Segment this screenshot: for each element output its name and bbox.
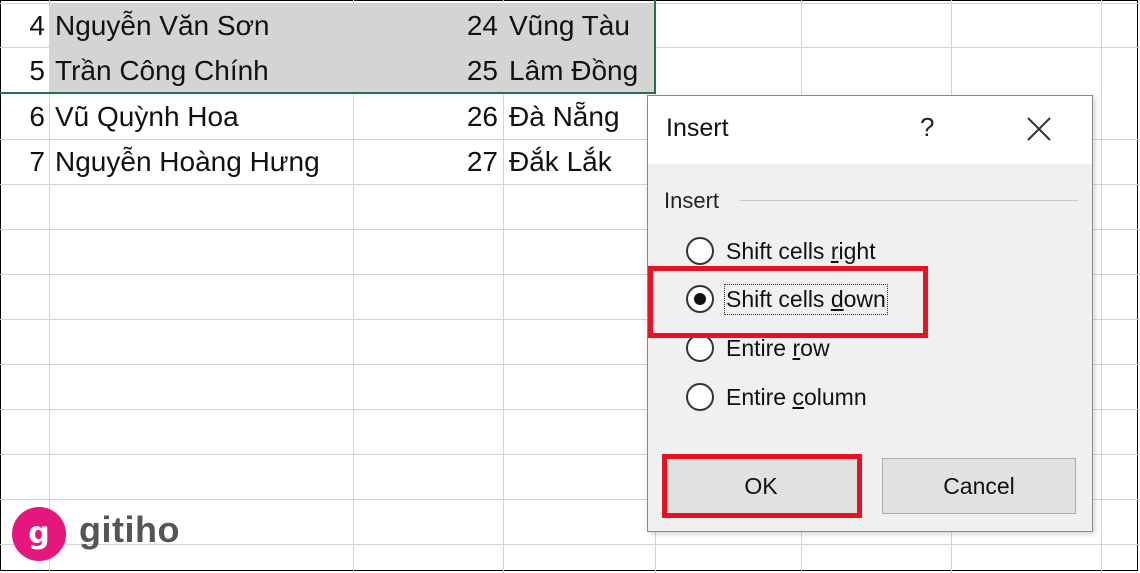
cancel-button[interactable]: Cancel: [882, 458, 1076, 514]
cell-age[interactable]: 25: [380, 48, 498, 93]
gitiho-logo: g gitiho: [10, 505, 210, 561]
group-divider: [740, 200, 1078, 201]
radio-button[interactable]: [686, 237, 714, 265]
option-label: Shift cells right: [726, 237, 876, 264]
option-entire-column[interactable]: Entire column: [686, 380, 867, 414]
cell-index[interactable]: 4: [4, 3, 45, 48]
insert-group-label: Insert: [664, 188, 720, 213]
logo-text: gitiho: [79, 509, 180, 550]
cell-city[interactable]: Đắk Lắk: [509, 139, 612, 184]
cell-name[interactable]: Nguyễn Văn Sơn: [55, 3, 270, 48]
selection-border-right: [654, 0, 656, 94]
insert-dialog: Insert ? Insert Shift cells right Shift …: [647, 95, 1093, 532]
cell-age[interactable]: 27: [380, 139, 498, 184]
radio-button[interactable]: [686, 383, 714, 411]
cell-name[interactable]: Vũ Quỳnh Hoa: [55, 94, 239, 139]
radio-button[interactable]: [686, 334, 714, 362]
cell-city[interactable]: Lâm Đồng: [509, 48, 638, 93]
dialog-title: Insert: [666, 114, 729, 142]
dialog-titlebar[interactable]: Insert ?: [648, 96, 1092, 164]
cell-index[interactable]: 7: [4, 139, 45, 184]
cell-index[interactable]: 6: [4, 94, 45, 139]
close-icon[interactable]: [1026, 116, 1052, 142]
grid-col-line: [1101, 0, 1102, 573]
grid-col-line: [353, 0, 354, 573]
cell-city[interactable]: Đà Nẵng: [509, 94, 620, 139]
cell-age[interactable]: 26: [380, 94, 498, 139]
cell-age[interactable]: 24: [380, 3, 498, 48]
cell-index[interactable]: 5: [4, 48, 45, 93]
cell-city[interactable]: Vũng Tàu: [509, 3, 630, 48]
grid-col-line: [49, 0, 50, 573]
highlight-shift-cells-down: [648, 266, 928, 338]
option-shift-cells-right[interactable]: Shift cells right: [686, 234, 876, 268]
option-label: Entire column: [726, 383, 867, 410]
help-icon[interactable]: ?: [920, 112, 934, 143]
cell-name[interactable]: Nguyễn Hoàng Hưng: [55, 139, 320, 184]
option-label: Entire row: [726, 334, 830, 361]
logo-mark-letter: g: [28, 516, 49, 551]
cell-name[interactable]: Trần Công Chính: [55, 48, 269, 93]
gitiho-logo-icon: g: [12, 507, 66, 561]
highlight-ok-button: [662, 454, 862, 518]
grid-col-line: [503, 0, 504, 573]
